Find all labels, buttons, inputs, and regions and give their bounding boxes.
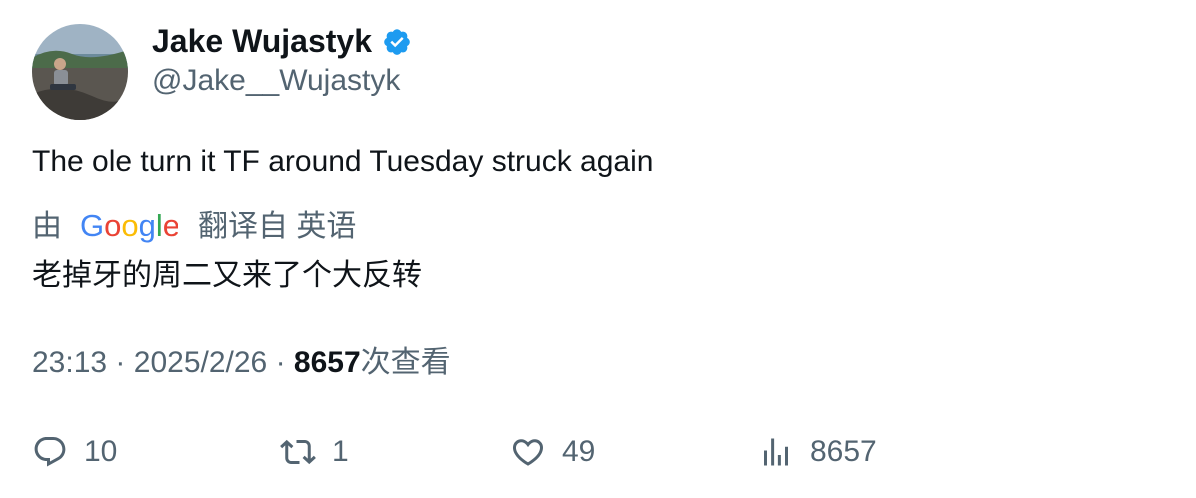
reply-icon [34, 437, 66, 467]
verified-badge-icon [384, 29, 410, 55]
views-button[interactable]: 8657 [758, 428, 877, 476]
retweet-button[interactable]: 1 [280, 428, 349, 476]
views-chart-icon [764, 438, 788, 466]
tweet-meta: 23:13 · 2025/2/26 · 8657次查看 [32, 343, 451, 383]
tweet-text: The ole turn it TF around Tuesday struck… [32, 145, 654, 178]
meta-separator: · [115, 346, 126, 379]
display-name[interactable]: Jake Wujastyk [152, 21, 372, 61]
translation-prefix: 由 [32, 210, 62, 243]
like-button[interactable]: 49 [510, 428, 595, 476]
display-name-row[interactable]: Jake Wujastyk [152, 21, 412, 61]
avatar-photo [32, 24, 128, 120]
reply-button[interactable]: 10 [32, 428, 117, 476]
translated-text: 老掉牙的周二又来了个大反转 [32, 259, 422, 292]
tweet-time[interactable]: 23:13 [32, 346, 107, 379]
views-count: 8657 [293, 346, 361, 379]
google-logo[interactable]: Google [80, 210, 178, 244]
heart-icon [512, 439, 544, 466]
retweet-count: 1 [332, 435, 349, 468]
views-label: 次查看 [360, 346, 451, 379]
views-count-action: 8657 [810, 435, 877, 468]
avatar[interactable] [32, 24, 128, 120]
meta-separator: · [275, 346, 286, 379]
tweet-date[interactable]: 2025/2/26 [134, 346, 267, 379]
action-bar: 10 1 49 8657 [32, 428, 1132, 476]
user-handle[interactable]: @Jake__Wujastyk [152, 62, 400, 100]
reply-count: 10 [84, 435, 118, 468]
svg-text:Google: Google [80, 210, 178, 243]
like-count: 49 [562, 435, 596, 468]
retweet-icon [280, 439, 316, 465]
translation-attribution: 由 Google 翻译自 英语 [32, 207, 356, 247]
translation-suffix: 翻译自 英语 [198, 210, 357, 243]
